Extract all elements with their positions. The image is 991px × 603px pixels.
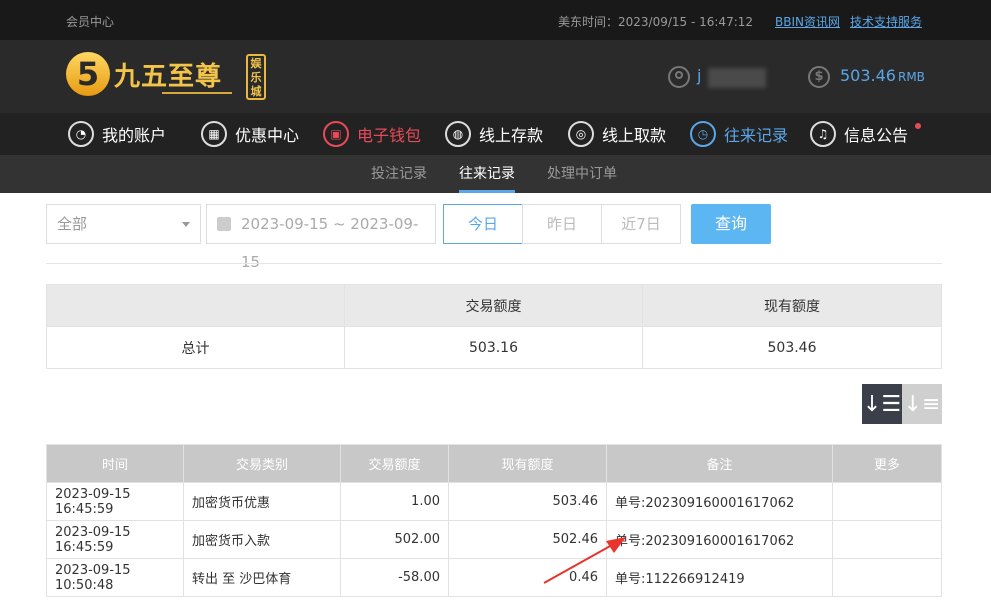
yesterday-button[interactable]: 昨日 <box>522 204 602 244</box>
nav-label: 我的账户 <box>102 126 167 145</box>
cell-note: 单号:202309160001617062 <box>606 520 833 559</box>
nav-withdraw[interactable]: ◎ 线上取款 <box>568 113 666 155</box>
col-header: 时间 <box>46 444 184 483</box>
tab-bet-records[interactable]: 投注记录 <box>371 155 427 193</box>
nav-label: 往来记录 <box>724 126 789 145</box>
cell-type: 转出 至 沙巴体育 <box>183 558 341 597</box>
tab-transaction-records[interactable]: 往来记录 <box>459 155 515 193</box>
logo-flourish <box>162 92 232 94</box>
cell-balance: 503.46 <box>448 482 607 521</box>
query-button[interactable]: 查询 <box>691 204 771 244</box>
main-nav: ◔ 我的账户 ▦ 优惠中心 ▣ 电子钱包 ◍ 线上存款 ◎ 线上取款 ◷ 往来记录 ♫ 信息公… <box>0 113 991 155</box>
wallet-icon: ▣ <box>323 121 349 147</box>
record-icon: ◷ <box>690 121 716 147</box>
notification-dot <box>915 123 921 129</box>
nav-announcements[interactable]: ♫ 信息公告 <box>810 113 908 155</box>
cell-time: 2023-09-15 10:50:48 <box>46 558 184 597</box>
logo[interactable]: 5 九五至尊 娱乐城 <box>66 50 266 102</box>
sub-nav: 投注记录 往来记录 处理中订单 <box>0 155 991 193</box>
tab-pending-orders[interactable]: 处理中订单 <box>547 155 617 193</box>
col-header: 备注 <box>606 444 833 483</box>
sort-asc-icon[interactable]: ↓≡ <box>902 384 942 424</box>
summary-header: 现有额度 <box>642 284 942 327</box>
cell-time: 2023-09-15 16:45:59 <box>46 482 184 521</box>
eastern-time: 美东时间：2023/09/15 - 16:47:12 <box>558 15 754 29</box>
nav-my-account[interactable]: ◔ 我的账户 <box>68 113 166 155</box>
cell-balance: 502.46 <box>448 520 607 559</box>
type-select-value: 全部 <box>57 215 88 233</box>
deposit-icon: ◍ <box>445 121 471 147</box>
nav-label: 优惠中心 <box>235 126 300 145</box>
logo-name: 九五至尊 <box>114 62 223 92</box>
records-table: 时间 交易类别 交易额度 现有额度 备注 更多 2023-09-15 16:45… <box>46 444 942 597</box>
summary-transaction-amount: 503.16 <box>344 326 643 369</box>
summary-header: 交易额度 <box>344 284 643 327</box>
last-7-days-button[interactable]: 近7日 <box>601 204 681 244</box>
dollar-icon: $ <box>808 66 830 88</box>
gift-icon: ▦ <box>201 121 227 147</box>
table-row: 2023-09-15 10:50:48 转出 至 沙巴体育 -58.00 0.4… <box>46 558 942 597</box>
bell-icon: ♫ <box>810 121 836 147</box>
member-center-label: 会员中心 <box>66 15 115 29</box>
tech-support-link[interactable]: 技术支持服务 <box>850 13 922 30</box>
divider <box>46 263 942 264</box>
col-header: 交易类别 <box>183 444 341 483</box>
nav-wallet[interactable]: ▣ 电子钱包 <box>323 113 421 155</box>
col-header: 交易额度 <box>340 444 449 483</box>
today-button[interactable]: 今日 <box>443 204 523 244</box>
cell-amount: 1.00 <box>340 482 449 521</box>
cell-type: 加密货币入款 <box>183 520 341 559</box>
type-select[interactable]: 全部 <box>46 204 201 244</box>
sort-desc-icon[interactable]: ↓☰ <box>862 384 902 424</box>
user-icon <box>668 66 690 88</box>
cell-more[interactable] <box>832 482 942 521</box>
nav-label: 线上存款 <box>479 126 544 145</box>
col-header: 现有额度 <box>448 444 607 483</box>
nav-promotions[interactable]: ▦ 优惠中心 <box>201 113 299 155</box>
cell-more[interactable] <box>832 520 942 559</box>
cell-note: 单号:112266912419 <box>606 558 833 597</box>
username-redaction <box>708 68 766 88</box>
summary-header <box>46 284 345 327</box>
balance-unit: RMB <box>897 70 925 84</box>
cell-more[interactable] <box>832 558 942 597</box>
col-header: 更多 <box>832 444 942 483</box>
header: 5 九五至尊 娱乐城 j $ 503.46 RMB <box>0 40 991 113</box>
summary-table: 交易额度 现有额度 总计 503.16 503.46 <box>46 284 942 369</box>
cell-note: 单号:202309160001617062 <box>606 482 833 521</box>
logo-badge: 娱乐城 <box>246 54 266 100</box>
user-icon: ◔ <box>68 121 94 147</box>
username: j <box>697 66 702 85</box>
cell-amount: 502.00 <box>340 520 449 559</box>
logo-number: 5 <box>66 52 110 96</box>
nav-label: 电子钱包 <box>357 126 422 145</box>
table-row: 2023-09-15 16:45:59 加密货币优惠 1.00 503.46 单… <box>46 482 942 521</box>
top-bar: 会员中心 美东时间：2023/09/15 - 16:47:12 BBIN资讯网 … <box>0 0 991 40</box>
nav-label: 线上取款 <box>602 126 667 145</box>
cell-amount: -58.00 <box>340 558 449 597</box>
summary-current-amount: 503.46 <box>642 326 942 369</box>
bbin-news-link[interactable]: BBIN资讯网 <box>775 13 840 30</box>
nav-label: 信息公告 <box>844 126 909 145</box>
cell-time: 2023-09-15 16:45:59 <box>46 520 184 559</box>
calendar-icon <box>217 217 231 231</box>
date-range-input[interactable]: 2023-09-15 ~ 2023-09-15 <box>206 204 436 271</box>
balance: 503.46 RMB <box>840 66 925 85</box>
nav-deposit[interactable]: ◍ 线上存款 <box>445 113 543 155</box>
cell-balance: 0.46 <box>448 558 607 597</box>
table-row: 2023-09-15 16:45:59 加密货币入款 502.00 502.46… <box>46 520 942 559</box>
summary-total-label: 总计 <box>46 326 345 369</box>
nav-records[interactable]: ◷ 往来记录 <box>690 113 788 155</box>
cell-type: 加密货币优惠 <box>183 482 341 521</box>
withdraw-icon: ◎ <box>568 121 594 147</box>
chevron-down-icon <box>182 222 190 227</box>
balance-amount: 503.46 <box>840 66 896 85</box>
